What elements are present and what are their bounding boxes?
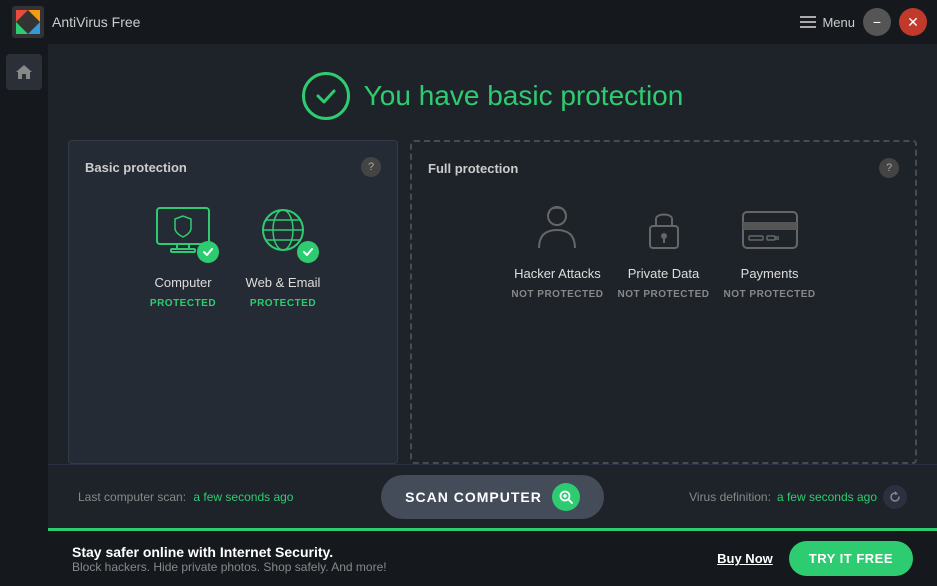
basic-panel-title: Basic protection (85, 160, 187, 175)
payments-item[interactable]: Payments NOT PROTECTED (724, 198, 816, 300)
avg-logo (12, 6, 44, 38)
private-data-item[interactable]: Private Data NOT PROTECTED (617, 198, 709, 300)
title-bar: AntiVirus Free Menu − ✕ (0, 0, 937, 44)
checkmark-icon (314, 84, 338, 108)
full-panel-title: Full protection (428, 161, 518, 176)
last-scan-label: Last computer scan: (78, 490, 186, 504)
app-title: AntiVirus Free (52, 14, 140, 30)
payments-icon (735, 200, 805, 256)
check-icon (202, 246, 214, 258)
basic-protection-panel: Basic protection ? (68, 140, 398, 464)
hamburger-icon (800, 16, 816, 28)
basic-help-button[interactable]: ? (361, 157, 381, 177)
promo-title: Stay safer online with Internet Security… (72, 544, 701, 560)
payments-status: NOT PROTECTED (724, 289, 816, 300)
check-circle (302, 72, 350, 120)
computer-label: Computer (154, 275, 211, 290)
hacker-status: NOT PROTECTED (511, 289, 603, 300)
home-icon (15, 63, 33, 81)
virus-def-info: Virus definition: a few seconds ago (624, 485, 907, 509)
computer-icon-wrapper (143, 197, 223, 267)
basic-panel-header: Basic protection ? (85, 157, 381, 177)
web-email-status: PROTECTED (250, 298, 316, 309)
try-free-button[interactable]: TRY IT FREE (789, 541, 913, 576)
bottom-bar: Last computer scan: a few seconds ago SC… (48, 464, 937, 528)
close-button[interactable]: ✕ (899, 8, 927, 36)
computer-item[interactable]: Computer PROTECTED (143, 197, 223, 309)
hacker-icon (529, 200, 585, 256)
scan-icon (552, 483, 580, 511)
basic-protection-items: Computer PROTECTED (85, 197, 381, 309)
refresh-button[interactable] (883, 485, 907, 509)
refresh-icon (889, 491, 901, 503)
full-protection-panel: Full protection ? Hacker A (410, 140, 917, 464)
virus-def-value: a few seconds ago (777, 490, 877, 504)
buy-now-button[interactable]: Buy Now (717, 551, 773, 566)
hacker-icon-wrapper (522, 198, 592, 258)
full-panel-header: Full protection ? (428, 158, 899, 178)
last-scan-value: a few seconds ago (193, 490, 293, 504)
private-data-icon-wrapper (629, 198, 699, 258)
status-title: You have basic protection (364, 80, 684, 112)
private-data-icon (636, 200, 692, 256)
title-controls: Menu − ✕ (800, 8, 927, 36)
hacker-label: Hacker Attacks (514, 266, 601, 281)
home-button[interactable] (6, 54, 42, 90)
minimize-button[interactable]: − (863, 8, 891, 36)
private-data-status: NOT PROTECTED (617, 289, 709, 300)
web-protected-badge (297, 241, 319, 263)
full-help-button[interactable]: ? (879, 158, 899, 178)
full-protection-items: Hacker Attacks NOT PROTECTED (428, 198, 899, 300)
promo-subtitle: Block hackers. Hide private photos. Shop… (72, 560, 701, 574)
sidebar (0, 44, 48, 586)
hacker-attacks-item[interactable]: Hacker Attacks NOT PROTECTED (511, 198, 603, 300)
logo-area: AntiVirus Free (12, 6, 140, 38)
main-content: You have basic protection Basic protecti… (48, 44, 937, 586)
web-email-item[interactable]: Web & Email PROTECTED (243, 197, 323, 309)
panels-area: Basic protection ? (68, 140, 917, 464)
computer-status: PROTECTED (150, 298, 216, 309)
scan-computer-button[interactable]: SCAN COMPUTER (381, 475, 604, 519)
promo-text-area: Stay safer online with Internet Security… (72, 544, 701, 574)
payments-icon-wrapper (735, 198, 805, 258)
menu-button[interactable]: Menu (800, 15, 855, 30)
computer-protected-badge (197, 241, 219, 263)
promo-bar: Stay safer online with Internet Security… (48, 528, 937, 586)
scan-search-icon (558, 489, 574, 505)
check-icon-2 (302, 246, 314, 258)
payments-label: Payments (741, 266, 799, 281)
virus-def-label: Virus definition: (689, 490, 771, 504)
scan-button-label: SCAN COMPUTER (405, 489, 542, 505)
web-email-icon-wrapper (243, 197, 323, 267)
web-email-label: Web & Email (246, 275, 321, 290)
private-data-label: Private Data (628, 266, 700, 281)
last-scan-info: Last computer scan: a few seconds ago (78, 490, 361, 504)
header-section: You have basic protection (48, 44, 937, 140)
